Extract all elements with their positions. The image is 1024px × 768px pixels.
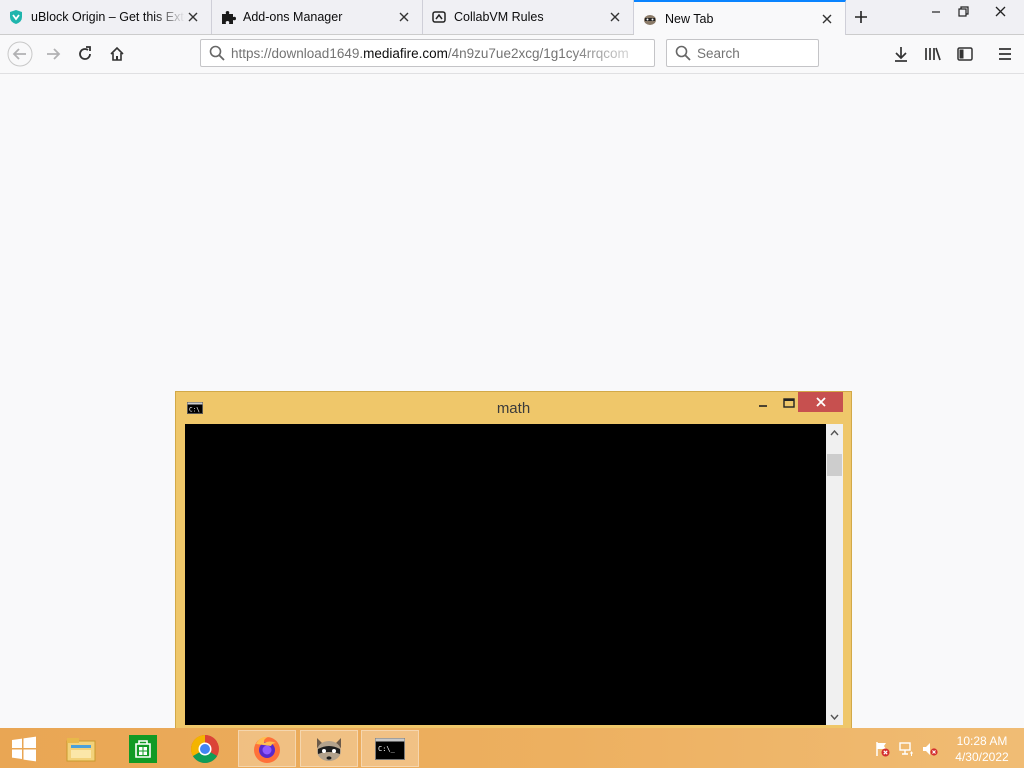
scroll-down-arrow-icon[interactable] — [826, 708, 843, 725]
tab-label: CollabVM Rules — [454, 10, 544, 24]
taskbar: C:\_ — [0, 728, 1024, 768]
scrollbar-thumb[interactable] — [827, 454, 842, 476]
tab-collabvm-rules[interactable]: CollabVM Rules — [423, 0, 634, 34]
download-icon — [895, 47, 907, 62]
console-output-area[interactable] — [185, 424, 826, 725]
cmd-icon: C:\_ — [375, 737, 405, 760]
raccoon-icon — [317, 737, 341, 761]
downloads-button[interactable] — [886, 39, 916, 69]
url-path: /4n9zu7ue2xcg/1g1cy4rrqcom — [447, 45, 629, 61]
search-icon — [675, 45, 691, 61]
forward-button[interactable] — [38, 39, 68, 69]
home-button[interactable] — [102, 39, 132, 69]
close-tab-icon[interactable] — [819, 11, 835, 27]
close-tab-icon[interactable] — [607, 9, 623, 25]
close-icon — [995, 6, 1005, 16]
url-prefix: https://download1649. — [231, 45, 364, 61]
tab-label: Add-ons Manager — [243, 10, 343, 24]
file-explorer-icon — [66, 737, 96, 761]
console-window[interactable]: C:\ math — [175, 391, 852, 732]
back-arrow-icon — [7, 41, 33, 67]
url-domain: mediafire.com — [363, 45, 448, 61]
taskbar-file-explorer[interactable] — [53, 730, 109, 767]
library-icon — [925, 47, 941, 61]
close-tab-icon[interactable] — [185, 9, 201, 25]
forward-arrow-icon — [47, 48, 61, 60]
back-button[interactable] — [5, 39, 35, 69]
tab-strip: uBlock Origin – Get this Exte Add-ons Ma… — [0, 0, 1024, 35]
sidebar-button[interactable] — [950, 39, 980, 69]
taskbar-store[interactable] — [115, 730, 171, 767]
puzzle-icon — [220, 9, 236, 25]
url-bar[interactable]: https://download1649.mediafire.com/4n9zu… — [200, 39, 655, 67]
collabvm-icon — [431, 9, 447, 25]
svg-text:C:\_: C:\_ — [378, 745, 396, 753]
restore-icon — [957, 5, 969, 17]
firefox-icon — [254, 736, 280, 763]
window-close-button[interactable] — [987, 2, 1013, 20]
windows-logo-icon — [12, 736, 36, 761]
search-bar[interactable] — [666, 39, 819, 67]
raccoon-icon — [642, 11, 658, 27]
reload-icon — [79, 46, 91, 60]
console-scrollbar[interactable] — [826, 424, 843, 725]
plus-icon — [855, 11, 867, 23]
minimize-icon — [932, 11, 940, 13]
menu-button[interactable] — [990, 39, 1020, 69]
close-tab-icon[interactable] — [396, 9, 412, 25]
window-minimize-button[interactable] — [923, 2, 949, 20]
library-button[interactable] — [918, 39, 948, 69]
taskbar-raccoon-app[interactable] — [300, 730, 358, 767]
minimize-icon — [759, 405, 767, 407]
taskbar-firefox[interactable] — [238, 730, 296, 767]
tab-label: uBlock Origin – Get this Exte — [31, 10, 185, 24]
sidebar-icon — [957, 47, 973, 61]
action-center-flag-icon[interactable] — [874, 741, 890, 757]
window-restore-button[interactable] — [950, 2, 976, 20]
network-icon[interactable] — [898, 741, 914, 757]
start-button[interactable] — [0, 730, 48, 767]
clock-time: 10:28 AM — [956, 734, 1008, 748]
search-icon — [209, 45, 225, 61]
new-tab-button[interactable] — [848, 5, 874, 29]
store-icon — [129, 734, 157, 763]
scroll-up-arrow-icon[interactable] — [826, 424, 843, 441]
tab-new-tab[interactable]: New Tab — [634, 0, 846, 35]
chrome-icon — [191, 734, 219, 763]
navigation-toolbar: https://download1649.mediafire.com/4n9zu… — [0, 35, 1024, 74]
tab-ublock[interactable]: uBlock Origin – Get this Exte — [0, 0, 212, 34]
ublock-icon — [8, 9, 24, 25]
clock-date: 4/30/2022 — [955, 750, 1009, 764]
taskbar-cmd[interactable]: C:\_ — [361, 730, 419, 767]
close-icon — [815, 397, 826, 407]
home-icon — [110, 46, 124, 61]
console-minimize-button[interactable] — [750, 395, 776, 415]
url-text: https://download1649.mediafire.com/4n9zu… — [231, 46, 654, 61]
taskbar-chrome[interactable] — [177, 730, 233, 767]
volume-muted-icon[interactable] — [922, 741, 938, 757]
hamburger-menu-icon — [999, 48, 1011, 60]
tab-label: New Tab — [665, 11, 714, 26]
tab-addons-manager[interactable]: Add-ons Manager — [212, 0, 423, 34]
search-input[interactable] — [695, 44, 809, 62]
reload-button[interactable] — [70, 39, 100, 69]
console-close-button[interactable] — [798, 392, 843, 412]
system-clock[interactable]: 10:28 AM 4/30/2022 — [948, 733, 1016, 765]
